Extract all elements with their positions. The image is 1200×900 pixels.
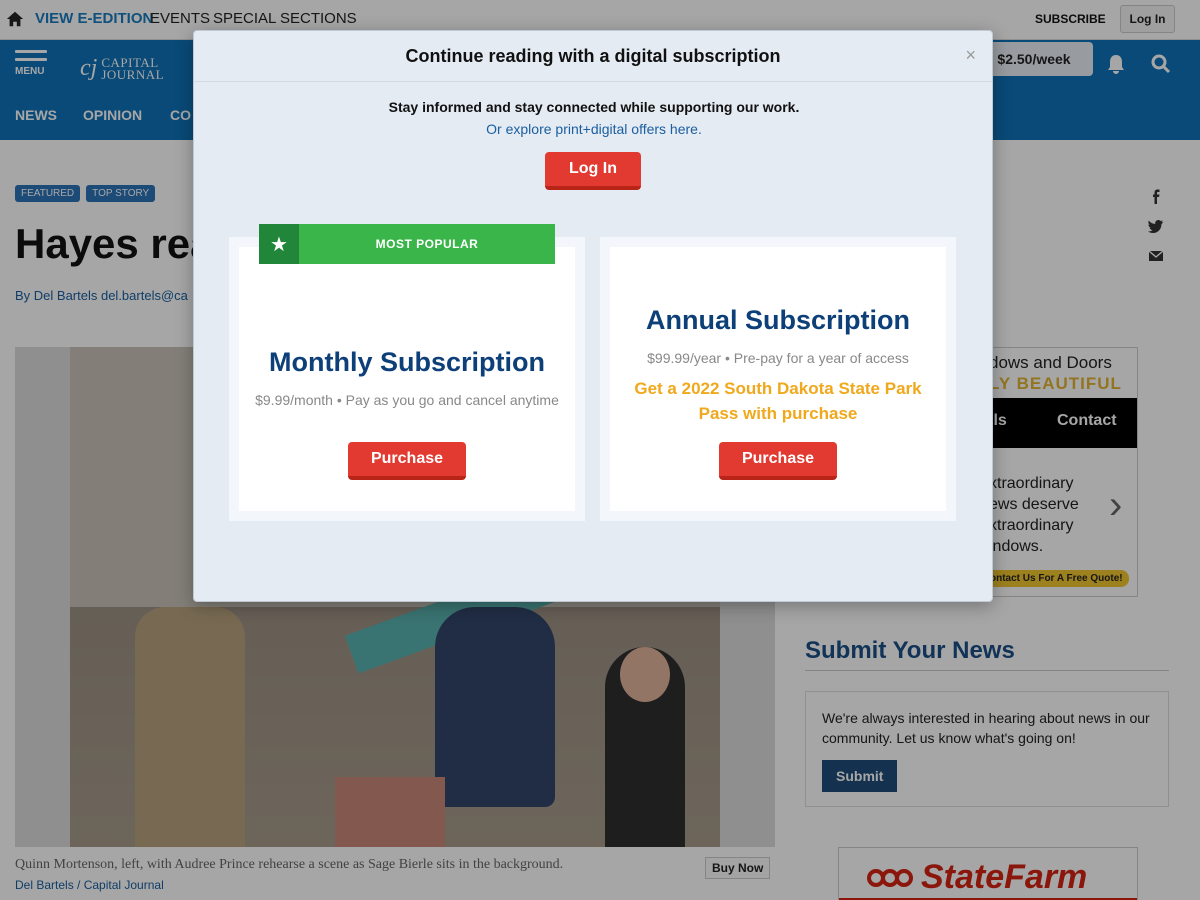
annual-plan-name: Annual Subscription — [645, 305, 910, 335]
monthly-plan-desc: $9.99/month • Pay as you go and cancel a… — [255, 392, 559, 408]
annual-purchase-button[interactable]: Purchase — [719, 442, 837, 480]
close-icon[interactable]: × — [965, 45, 976, 66]
annual-plan-desc: $99.99/year • Pre-pay for a year of acce… — [647, 350, 909, 366]
annual-plan-text: Annual Subscription $99.99/year • Pre-pa… — [610, 305, 946, 426]
annual-plan-inner: Annual Subscription $99.99/year • Pre-pa… — [610, 247, 946, 511]
modal-header: Continue reading with a digital subscrip… — [194, 31, 992, 82]
modal-title: Continue reading with a digital subscrip… — [405, 45, 781, 66]
annual-plan-card: Annual Subscription $99.99/year • Pre-pa… — [600, 237, 956, 521]
star-icon: ★ — [259, 224, 299, 264]
modal-intro: Stay informed and stay connected while s… — [194, 99, 994, 137]
monthly-plan-inner: Monthly Subscription $9.99/month • Pay a… — [239, 247, 575, 511]
most-popular-label: MOST POPULAR — [375, 237, 479, 251]
monthly-purchase-button[interactable]: Purchase — [348, 442, 466, 480]
most-popular-ribbon: ★ MOST POPULAR — [259, 224, 555, 264]
monthly-plan-card: Monthly Subscription $9.99/month • Pay a… — [229, 237, 585, 521]
subscription-modal: Continue reading with a digital subscrip… — [193, 30, 993, 602]
modal-login-button[interactable]: Log In — [545, 152, 641, 190]
monthly-plan-name: Monthly Subscription — [269, 347, 545, 377]
modal-intro-text: Stay informed and stay connected while s… — [388, 99, 800, 115]
annual-plan-promo: Get a 2022 South Dakota State Park Pass … — [634, 379, 922, 423]
monthly-plan-text: Monthly Subscription $9.99/month • Pay a… — [239, 347, 575, 408]
print-digital-offers-link[interactable]: Or explore print+digital offers here. — [194, 121, 994, 137]
